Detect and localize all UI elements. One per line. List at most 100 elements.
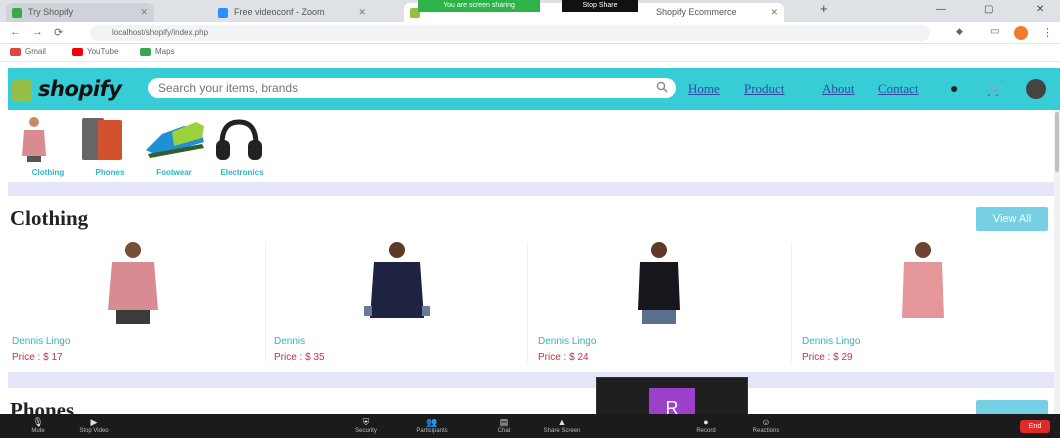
reactions-button[interactable]: ☺ Reactions <box>746 416 786 434</box>
category-footwear[interactable]: Footwear <box>144 114 208 177</box>
extension-icon[interactable]: ◆ <box>956 26 963 37</box>
camera-icon: ▶ <box>90 417 98 427</box>
nav-link-contact[interactable]: Contact <box>878 81 918 97</box>
url-field[interactable]: localhost/shopify/index.php <box>90 25 930 41</box>
card-divider <box>265 242 266 362</box>
menu-kebab-icon[interactable]: ⋮ <box>1042 26 1053 39</box>
nav-link-about[interactable]: About <box>822 81 855 97</box>
shirt-body <box>108 262 158 310</box>
cart-icon[interactable]: 🛒 <box>986 80 1003 97</box>
section-divider <box>8 372 1060 388</box>
microphone-icon: 🎙 <box>32 417 44 427</box>
clothing-thumbnail-icon <box>22 117 46 162</box>
card-divider <box>527 242 528 362</box>
bookmarks-bar: Gmail YouTube Maps <box>0 44 1060 62</box>
maximize-icon[interactable]: ▢ <box>984 4 993 15</box>
shirt-body <box>902 262 944 318</box>
view-all-button[interactable] <box>976 400 1048 414</box>
zoom-favicon-icon <box>218 8 228 18</box>
product-price: Price : $ 17 <box>12 352 63 363</box>
category-clothing[interactable]: Clothing <box>18 114 64 177</box>
site-logo[interactable]: shopify <box>38 77 122 101</box>
shirt-body <box>370 262 424 318</box>
search-input[interactable] <box>148 78 676 98</box>
tab-label: Try Shopify <box>28 7 74 17</box>
product-card[interactable]: Dennis Lingo Price : $ 29 <box>798 236 1056 368</box>
product-card[interactable]: Dennis Price : $ 35 <box>270 236 528 368</box>
tab-2[interactable]: Free videoconf - Zoom ✕ <box>212 3 372 22</box>
bookmark-item[interactable]: Maps <box>140 47 175 56</box>
product-price: Price : $ 35 <box>274 352 325 363</box>
shirt-body <box>638 262 680 310</box>
product-name[interactable]: Dennis Lingo <box>802 336 860 347</box>
nav-link-product[interactable]: Product <box>744 81 784 97</box>
close-icon[interactable]: ✕ <box>358 3 366 22</box>
user-icon[interactable]: ● <box>950 80 958 96</box>
view-all-button[interactable]: View All <box>976 207 1048 231</box>
section-title: Clothing <box>10 206 89 230</box>
scrollbar-thumb[interactable] <box>1055 112 1059 172</box>
shirt-product-image <box>902 242 944 318</box>
bookmark-item[interactable]: YouTube <box>72 47 118 56</box>
search-icon[interactable] <box>656 81 668 93</box>
stop-video-button[interactable]: ▶ Stop Video <box>74 416 114 434</box>
section-title: Phones <box>10 398 75 414</box>
screen-share-banner: You are screen sharing <box>418 0 540 12</box>
reload-icon[interactable]: ⟳ <box>54 26 63 39</box>
tab-favicon-icon <box>12 8 22 18</box>
participants-button[interactable]: 👥 Participants <box>412 416 452 434</box>
card-divider <box>791 242 792 362</box>
tab-search-icon[interactable]: ▭ <box>990 26 999 37</box>
close-window-icon[interactable]: ✕ <box>1036 4 1044 15</box>
close-icon[interactable]: ✕ <box>140 3 148 22</box>
zoom-meeting-toolbar: 🎙 Mute ▶ Stop Video ⛨ Security 👥 Participant… <box>0 414 1060 438</box>
bookmark-item[interactable]: Gmail <box>10 47 46 56</box>
participants-icon: 👥 <box>426 417 438 427</box>
headphones-thumbnail-icon <box>216 119 262 160</box>
new-tab-icon[interactable]: + <box>820 1 828 16</box>
product-card[interactable]: Dennis Lingo Price : $ 17 <box>8 236 266 368</box>
category-phones[interactable]: Phones <box>80 114 124 177</box>
tab-label: Free videoconf - Zoom <box>234 7 325 17</box>
shirt-product-image <box>108 242 158 324</box>
category-label: Electronics <box>220 168 264 177</box>
profile-avatar[interactable] <box>1014 26 1028 40</box>
tab-1[interactable]: Try Shopify ✕ <box>6 3 154 22</box>
minimize-icon[interactable]: — <box>936 4 946 15</box>
account-avatar[interactable] <box>1026 79 1046 99</box>
nav-link-home[interactable]: Home <box>688 81 720 97</box>
mute-button[interactable]: 🎙 Mute <box>18 416 58 434</box>
product-name[interactable]: Dennis Lingo <box>12 336 70 347</box>
shirt-product-image <box>638 242 680 324</box>
product-name[interactable]: Dennis Lingo <box>538 336 596 347</box>
reactions-icon: ☺ <box>761 417 771 427</box>
shoe-thumbnail-icon <box>146 122 204 158</box>
category-electronics[interactable]: Electronics <box>212 114 266 177</box>
chat-button[interactable]: ▤ Chat <box>484 416 524 434</box>
maps-icon <box>140 47 151 56</box>
shopify-bag-icon <box>12 80 32 102</box>
stop-share-button[interactable]: Stop Share <box>562 0 638 12</box>
security-button[interactable]: ⛨ Security <box>346 416 386 434</box>
product-card[interactable]: Dennis Lingo Price : $ 24 <box>534 236 792 368</box>
category-bar: Clothing Phones Footwear Electronics <box>8 110 1060 182</box>
forward-icon[interactable]: → <box>32 26 43 38</box>
back-icon[interactable]: ← <box>10 26 21 38</box>
end-meeting-button[interactable]: End <box>1020 420 1050 433</box>
record-button[interactable]: ● Record <box>686 416 726 434</box>
product-name[interactable]: Dennis <box>274 336 305 347</box>
chat-icon: ▤ <box>499 417 509 427</box>
record-icon: ● <box>703 417 709 427</box>
browser-address-bar: ← → ⟳ localhost/shopify/index.php ◆ ▭ ⋮ <box>0 22 1060 44</box>
section-divider <box>8 182 1060 196</box>
site-navbar: shopify Home Product About Contact ● 🛒 <box>8 68 1060 110</box>
shirt-product-image <box>364 242 430 318</box>
youtube-icon <box>72 47 83 56</box>
close-icon[interactable]: ✕ <box>770 3 778 22</box>
share-screen-icon: ▲ <box>557 417 567 427</box>
tab-label: Shopify Ecommerce <box>656 7 737 17</box>
shield-icon: ⛨ <box>362 417 370 427</box>
product-price: Price : $ 29 <box>802 352 853 363</box>
product-price: Price : $ 24 <box>538 352 589 363</box>
share-screen-button[interactable]: ▲ Share Screen <box>542 416 582 434</box>
